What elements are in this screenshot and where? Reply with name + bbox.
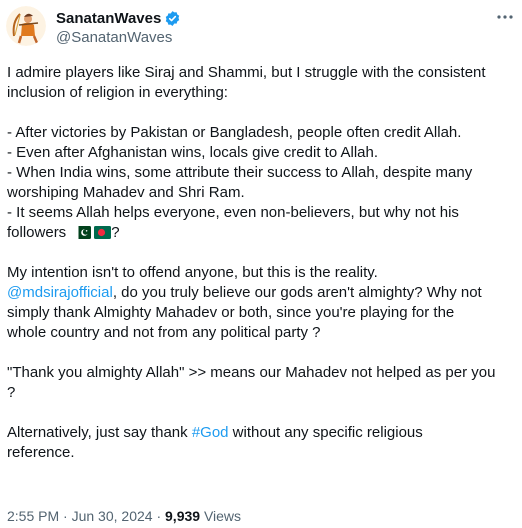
tweet-line-hashtag: Alternatively, just say thank #God witho… [7,423,512,443]
pakistan-flag-icon [74,225,92,239]
tweet-line: ? [7,384,16,401]
footer-separator: · [59,508,72,524]
tweet-line: inclusion of religion in everything: [7,84,228,101]
more-options-icon[interactable] [494,6,516,28]
author-handle[interactable]: @SanatanWaves [56,29,181,46]
display-name-row: SanatanWaves [56,8,181,28]
footer-separator: · [152,508,166,524]
views-count: 9,939 [165,508,201,524]
tweet-card[interactable]: SanatanWaves @SanatanWaves I admire play… [0,0,522,528]
tweet-line: whole country and not from any political… [7,324,321,341]
tweet-header: SanatanWaves @SanatanWaves [6,6,516,50]
tweet-line: worshiping Mahadev and Shri Ram. [7,184,245,201]
tweet-line: "Thank you almighty Allah" >> means our … [7,364,496,381]
tweet-line: reference. [7,444,75,461]
tweet-line: - After victories by Pakistan or Banglad… [7,124,462,141]
alt-prefix-text: Alternatively, just say thank [7,424,192,441]
tweet-line: simply thank Almighty Mahadev or both, s… [7,304,455,321]
author-display-name[interactable]: SanatanWaves [56,10,161,27]
tweet-footer: 2:55 PM · Jun 30, 2024 · 9,939 Views [7,508,241,524]
tweet-line: My intention isn't to offend anyone, but… [7,264,378,281]
archer-avatar-icon[interactable] [6,6,46,46]
tweet-text: I admire players like Siraj and Shammi, … [7,63,512,463]
views-label: Views [200,508,242,524]
tweet-line: - When India wins, some attribute their … [7,164,473,181]
tweet-line: - It seems Allah helps everyone, even no… [7,204,459,221]
tweet-line: I admire players like Siraj and Shammi, … [7,64,486,81]
alt-suffix-text: without any specific religious [228,424,423,441]
followers-question-mark: ? [111,224,120,241]
hashtag-link[interactable]: #God [192,424,229,441]
tweet-line-followers: followers? [7,223,512,243]
tweet-date[interactable]: Jun 30, 2024 [72,508,153,524]
tweet-time[interactable]: 2:55 PM [7,508,59,524]
bangladesh-flag-icon [94,225,112,239]
mention-link[interactable]: @mdsirajofficial [7,284,113,301]
author-names: SanatanWaves @SanatanWaves [56,8,181,46]
tweet-line-mention: @mdsirajofficial, do you truly believe o… [7,283,512,303]
mention-rest-text: , do you truly believe our gods aren't a… [112,284,482,301]
followers-text: followers [7,224,67,241]
verified-badge-icon [164,10,181,27]
tweet-line: - Even after Afghanistan wins, locals gi… [7,144,379,161]
